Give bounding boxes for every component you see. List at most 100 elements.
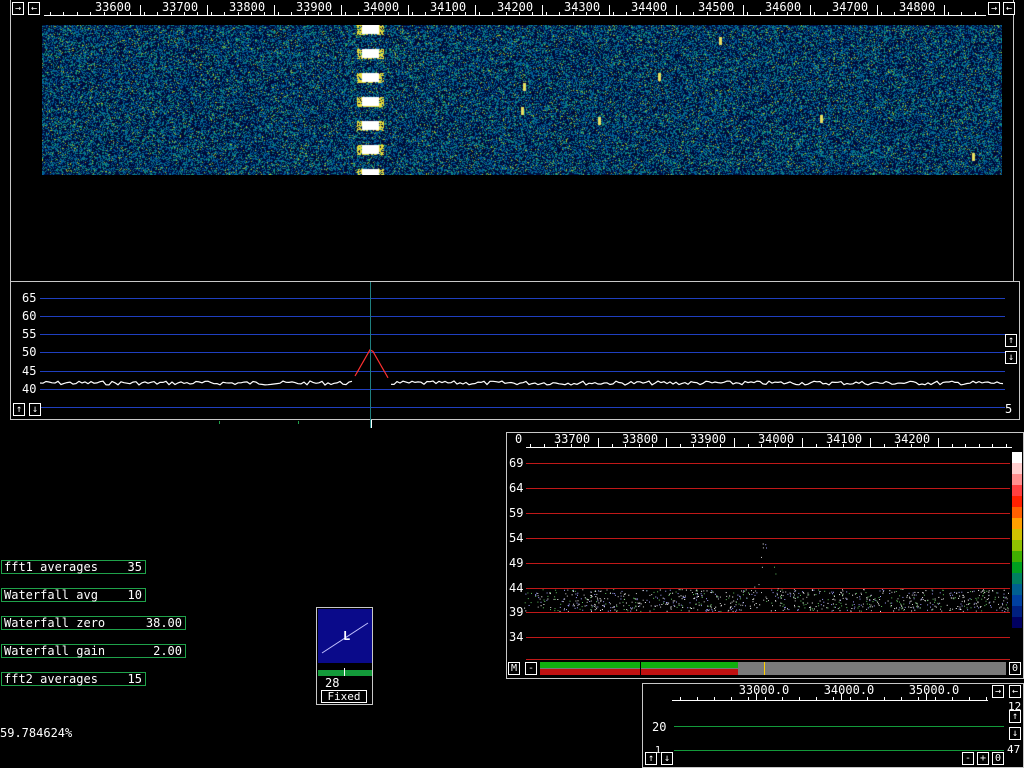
color-scale-step (1012, 463, 1022, 474)
audio-up-button[interactable]: ↑ (1009, 710, 1021, 723)
waterfall-minor-tick (559, 12, 560, 16)
audio-minor-tick (952, 697, 953, 700)
baseband-minor-tick (625, 444, 626, 447)
audio-minor-tick (901, 697, 902, 700)
waterfall-freq-label: 34400 (630, 0, 668, 14)
audio-freq-label: 35000.0 (908, 683, 960, 697)
baseband-minor-tick (571, 444, 572, 447)
waterfall-minor-tick (867, 12, 868, 16)
spectrum-y-label: 50 (22, 345, 37, 359)
param-value[interactable]: 10 (128, 589, 142, 601)
waterfall-major-tick (676, 5, 677, 16)
waterfall-zoom-left-button[interactable]: ← (1003, 2, 1015, 15)
audio-minor-tick (697, 697, 698, 700)
waterfall-minor-tick (934, 12, 935, 16)
param-field[interactable]: fft2 averages 15 (1, 672, 146, 686)
waterfall-minor-tick (331, 12, 332, 16)
waterfall-zoom-right-button[interactable]: → (988, 2, 1000, 15)
baseband-minor-tick (938, 444, 939, 447)
param-label: Waterfall zero (4, 616, 106, 630)
color-scale-step (1012, 485, 1022, 496)
color-scale-step (1012, 551, 1022, 562)
param-value[interactable]: 35 (128, 561, 142, 573)
baseband-level-bar[interactable] (540, 662, 1006, 675)
color-scale-step (1012, 507, 1022, 518)
waterfall-minor-tick (264, 12, 265, 16)
baseband-minor-tick (979, 444, 980, 447)
waterfall-display[interactable] (42, 25, 1002, 175)
waterfall-major-tick (810, 5, 811, 16)
waterfall-major-tick (542, 5, 543, 16)
color-scale-step (1012, 474, 1022, 485)
waterfall-minor-tick (358, 12, 359, 16)
param-field[interactable]: Waterfall zero 38.00 (1, 616, 186, 630)
waterfall-minor-tick (197, 12, 198, 16)
waterfall-major-tick (609, 5, 610, 16)
baseband-corner-label: 0 (515, 432, 523, 446)
baseband-minor-tick (530, 444, 531, 447)
audio-minus-button[interactable]: - (962, 752, 974, 765)
spectrum-scale-down-button[interactable]: ↓ (29, 403, 41, 416)
waterfall-shift-left-button[interactable]: ← (28, 2, 40, 15)
waterfall-minor-tick (425, 12, 426, 16)
baseband-minor-tick (734, 444, 735, 447)
waterfall-shift-right-button[interactable]: → (12, 2, 24, 15)
color-scale-step (1012, 452, 1022, 463)
param-field[interactable]: Waterfall gain 2.00 (1, 644, 186, 658)
spectrum-trace[interactable] (40, 282, 1005, 418)
param-field[interactable]: fft1 averages 35 (1, 560, 146, 574)
color-scale (1012, 452, 1022, 630)
spectrum-scale-up-button[interactable]: ↑ (13, 403, 25, 416)
waterfall-freq-label: 34800 (898, 0, 936, 14)
spectrum-zero-down-button[interactable]: ↓ (1005, 351, 1017, 364)
waterfall-minor-tick (774, 12, 775, 16)
param-label: Waterfall gain (4, 644, 106, 658)
param-value[interactable]: 2.00 (153, 645, 182, 657)
color-scale-step (1012, 617, 1022, 628)
waterfall-minor-tick (800, 12, 801, 16)
scale-baseline (526, 447, 1012, 448)
baseband-minor-tick (720, 444, 721, 447)
audio-minor-tick (731, 697, 732, 700)
audio-zero-button[interactable]: 0 (992, 752, 1004, 765)
baseband-minus-button[interactable]: - (525, 662, 537, 675)
spectrum-noise-trace (40, 380, 353, 386)
waterfall-major-tick (743, 5, 744, 16)
audio-minor-tick (765, 697, 766, 700)
param-value[interactable]: 38.00 (146, 617, 182, 629)
spectrum-zero-up-button[interactable]: ↑ (1005, 334, 1017, 347)
waterfall-minor-tick (787, 12, 788, 16)
waterfall-minor-tick (881, 12, 882, 16)
baseband-minor-tick (870, 444, 871, 447)
baseband-y-label: 49 (509, 556, 524, 570)
agc-display[interactable]: L (318, 609, 372, 663)
waterfall-freq-label: 34200 (496, 0, 534, 14)
audio-minor-tick (884, 697, 885, 700)
param-value[interactable]: 15 (128, 673, 142, 685)
waterfall-minor-tick (760, 12, 761, 16)
waterfall-minor-tick (238, 12, 239, 16)
color-scale-step (1012, 562, 1022, 573)
baseband-minor-tick (965, 444, 966, 447)
spectrum-marker-left (219, 421, 220, 424)
audio-shift-right-button[interactable]: → (992, 685, 1004, 698)
spectrum-y-label: 65 (22, 291, 37, 305)
agc-fixed-button[interactable]: Fixed (321, 690, 367, 703)
audio-gridline-bottom (674, 750, 1004, 751)
baseband-minor-tick (612, 444, 613, 447)
spectrum-right-value: 5 (1005, 402, 1013, 416)
waterfall-freq-label: 34500 (697, 0, 735, 14)
level-bar-green (540, 662, 738, 668)
waterfall-minor-tick (305, 12, 306, 16)
baseband-m-button[interactable]: M (508, 662, 520, 675)
audio-shift-left-button[interactable]: ← (1009, 685, 1021, 698)
param-field[interactable]: Waterfall avg 10 (1, 588, 146, 602)
spectrum-cursor-line (370, 282, 371, 428)
baseband-y-label: 59 (509, 506, 524, 520)
baseband-spectrum-dots[interactable] (524, 450, 1012, 658)
baseband-right-value[interactable]: 0 (1009, 662, 1021, 675)
audio-bottom-down-button[interactable]: ↓ (661, 752, 673, 765)
audio-plus-button[interactable]: + (977, 752, 989, 765)
audio-down-button[interactable]: ↓ (1009, 727, 1021, 740)
waterfall-minor-tick (372, 12, 373, 16)
